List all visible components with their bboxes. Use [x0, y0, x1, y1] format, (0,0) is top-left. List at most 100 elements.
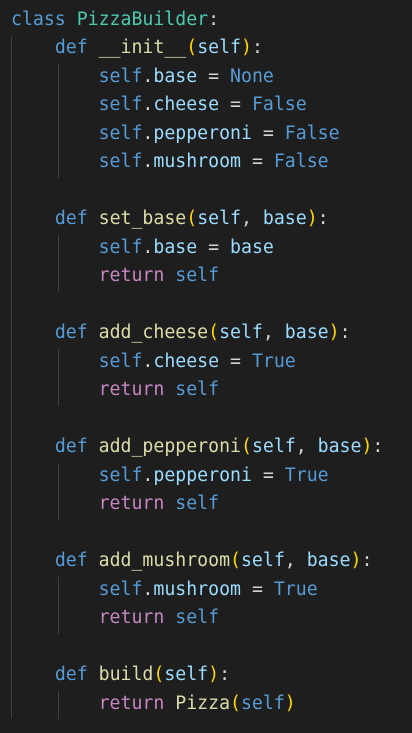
method-name: add_pepperoni — [98, 436, 241, 457]
code-line[interactable]: self.mushroom = False — [11, 148, 329, 177]
paren: ( — [186, 208, 198, 229]
code-line[interactable]: self.base = None — [11, 63, 274, 92]
param-self: self — [219, 322, 263, 343]
attr-base: base — [153, 237, 198, 258]
assign-op: = — [208, 66, 220, 87]
code-line[interactable]: self.pepperoni = False — [11, 120, 340, 149]
code-line[interactable]: return self — [11, 376, 219, 405]
code-line[interactable]: return Pizza(self) — [11, 690, 296, 719]
param-self: self — [197, 37, 241, 58]
code-line[interactable]: self.base = base — [11, 234, 274, 263]
code-line[interactable]: self.pepperoni = True — [11, 462, 329, 491]
colon: : — [372, 436, 384, 457]
paren: ) — [350, 550, 362, 571]
colon: : — [317, 208, 329, 229]
class-name: PizzaBuilder — [76, 9, 209, 30]
attr-mushroom: mushroom — [153, 579, 241, 600]
call-pizza: Pizza — [175, 693, 231, 714]
param-base: base — [284, 322, 329, 343]
param-self: self — [240, 550, 285, 571]
assign-op: = — [230, 351, 241, 372]
keyword-return: return — [98, 607, 165, 628]
comma: , — [262, 322, 274, 343]
paren: ( — [230, 693, 241, 714]
code-editor[interactable]: class PizzaBuilder: def __init__(self): … — [0, 0, 412, 733]
code-line[interactable]: class PizzaBuilder: — [11, 6, 219, 35]
paren: ( — [186, 37, 198, 58]
code-line[interactable]: self.cheese = False — [11, 91, 307, 120]
paren: ( — [240, 436, 252, 457]
method-name: build — [98, 664, 154, 685]
code-line[interactable]: def set_base(self, base): — [11, 205, 329, 234]
self-ref: self — [98, 351, 143, 372]
const-none: None — [230, 66, 274, 87]
attr-mushroom: mushroom — [153, 151, 241, 172]
dot: . — [142, 237, 154, 258]
assign-op: = — [251, 579, 263, 600]
code-line[interactable]: self.cheese = True — [11, 348, 296, 377]
self-ref: self — [98, 94, 143, 115]
attr-cheese: cheese — [153, 94, 220, 115]
self-ref: self — [175, 493, 220, 514]
assign-op: = — [262, 465, 274, 486]
paren: ( — [208, 322, 220, 343]
keyword-def: def — [54, 37, 88, 58]
self-ref: self — [98, 465, 143, 486]
method-name: add_cheese — [98, 322, 209, 343]
param-base: base — [317, 436, 362, 457]
const-true: True — [251, 351, 296, 372]
self-ref: self — [98, 151, 143, 172]
paren: ) — [306, 208, 318, 229]
keyword-return: return — [98, 379, 165, 400]
colon: : — [251, 37, 263, 58]
keyword-def: def — [54, 664, 88, 685]
param-self: self — [164, 664, 209, 685]
assign-op: = — [208, 237, 220, 258]
dot: . — [142, 66, 154, 87]
assign-op: = — [230, 94, 241, 115]
param-base: base — [306, 550, 351, 571]
attr-cheese: cheese — [153, 351, 220, 372]
paren: ) — [284, 693, 296, 714]
dot: . — [142, 465, 154, 486]
const-true: True — [284, 465, 329, 486]
dot: . — [142, 579, 154, 600]
keyword-return: return — [98, 693, 165, 714]
self-ref: self — [175, 379, 220, 400]
attr-pepperoni: pepperoni — [153, 465, 252, 486]
const-false: False — [273, 151, 329, 172]
code-line[interactable]: return self — [11, 262, 219, 291]
code-line[interactable]: def add_pepperoni(self, base): — [11, 433, 384, 462]
dot: . — [142, 151, 154, 172]
keyword-return: return — [98, 265, 165, 286]
assign-op: = — [262, 123, 274, 144]
code-line[interactable]: def __init__(self): — [11, 34, 263, 63]
param-self: self — [251, 436, 296, 457]
colon: : — [208, 9, 220, 30]
paren: ) — [208, 664, 220, 685]
attr-base: base — [153, 66, 198, 87]
colon: : — [361, 550, 373, 571]
paren: ) — [328, 322, 340, 343]
method-name: set_base — [98, 208, 187, 229]
paren: ( — [153, 664, 165, 685]
attr-pepperoni: pepperoni — [153, 123, 252, 144]
self-ref: self — [240, 693, 285, 714]
paren: ( — [230, 550, 241, 571]
keyword-def: def — [54, 322, 88, 343]
keyword-def: def — [54, 550, 88, 571]
code-line[interactable]: return self — [11, 490, 219, 519]
dot: . — [142, 123, 154, 144]
code-line[interactable]: return self — [11, 604, 219, 633]
code-line[interactable]: def add_mushroom(self, base): — [11, 547, 373, 576]
code-line[interactable]: def build(self): — [11, 661, 230, 690]
self-ref: self — [175, 607, 220, 628]
code-line[interactable]: self.mushroom = True — [11, 576, 318, 605]
colon: : — [339, 322, 351, 343]
code-line[interactable]: def add_cheese(self, base): — [11, 319, 351, 348]
self-ref: self — [98, 579, 143, 600]
comma: , — [295, 436, 307, 457]
paren: ) — [361, 436, 373, 457]
self-ref: self — [98, 66, 143, 87]
const-true: True — [273, 579, 318, 600]
